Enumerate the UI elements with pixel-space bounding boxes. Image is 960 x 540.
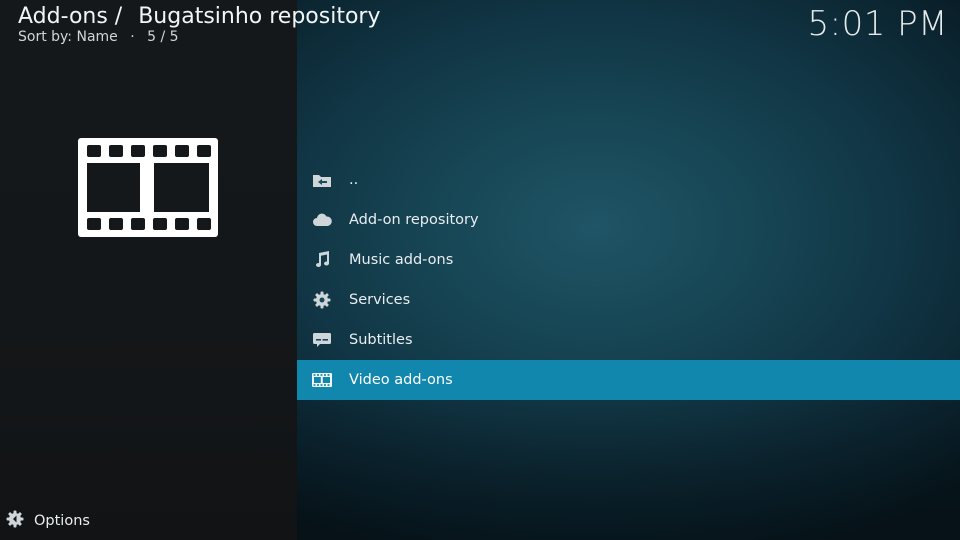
film-strip-icon <box>78 138 218 237</box>
left-info-panel <box>0 0 297 540</box>
addon-category-list: .. Add-on repository Music add-ons Servi… <box>297 160 960 400</box>
list-item-label: Video add-ons <box>349 372 453 388</box>
list-item-label: Services <box>349 292 411 308</box>
item-position: 5 / 5 <box>147 29 179 45</box>
list-item-parent[interactable]: .. <box>297 160 960 200</box>
folder-back-icon <box>311 170 333 190</box>
kodi-screen: Add-ons / Bugatsinho repository Sort by:… <box>0 0 960 540</box>
clock: 5:01 PM <box>807 4 948 44</box>
breadcrumb-root: Add-ons / <box>18 4 123 29</box>
music-note-icon <box>311 250 333 270</box>
header: Add-ons / Bugatsinho repository Sort by:… <box>18 3 381 45</box>
separator-dot: · <box>130 29 135 45</box>
sort-label: Sort by: Name <box>18 29 118 45</box>
cloud-icon <box>311 210 333 230</box>
list-item-label: Music add-ons <box>349 252 454 268</box>
list-item-subtitles[interactable]: Subtitles <box>297 320 960 360</box>
list-item-label: .. <box>349 172 359 188</box>
sort-info: Sort by: Name · 5 / 5 <box>18 29 381 45</box>
subtitles-icon <box>311 330 333 350</box>
film-icon <box>311 370 333 390</box>
list-item-addon-repository[interactable]: Add-on repository <box>297 200 960 240</box>
options-button[interactable]: Options <box>6 510 90 532</box>
list-item-video-addons[interactable]: Video add-ons <box>297 360 960 400</box>
list-item-services[interactable]: Services <box>297 280 960 320</box>
list-item-label: Add-on repository <box>349 212 479 228</box>
list-item-label: Subtitles <box>349 332 413 348</box>
list-item-music-addons[interactable]: Music add-ons <box>297 240 960 280</box>
gear-icon <box>311 290 333 310</box>
breadcrumb-current: Bugatsinho repository <box>138 4 381 29</box>
options-label: Options <box>34 513 90 529</box>
breadcrumb: Add-ons / Bugatsinho repository <box>18 3 381 31</box>
options-icon <box>6 510 24 532</box>
